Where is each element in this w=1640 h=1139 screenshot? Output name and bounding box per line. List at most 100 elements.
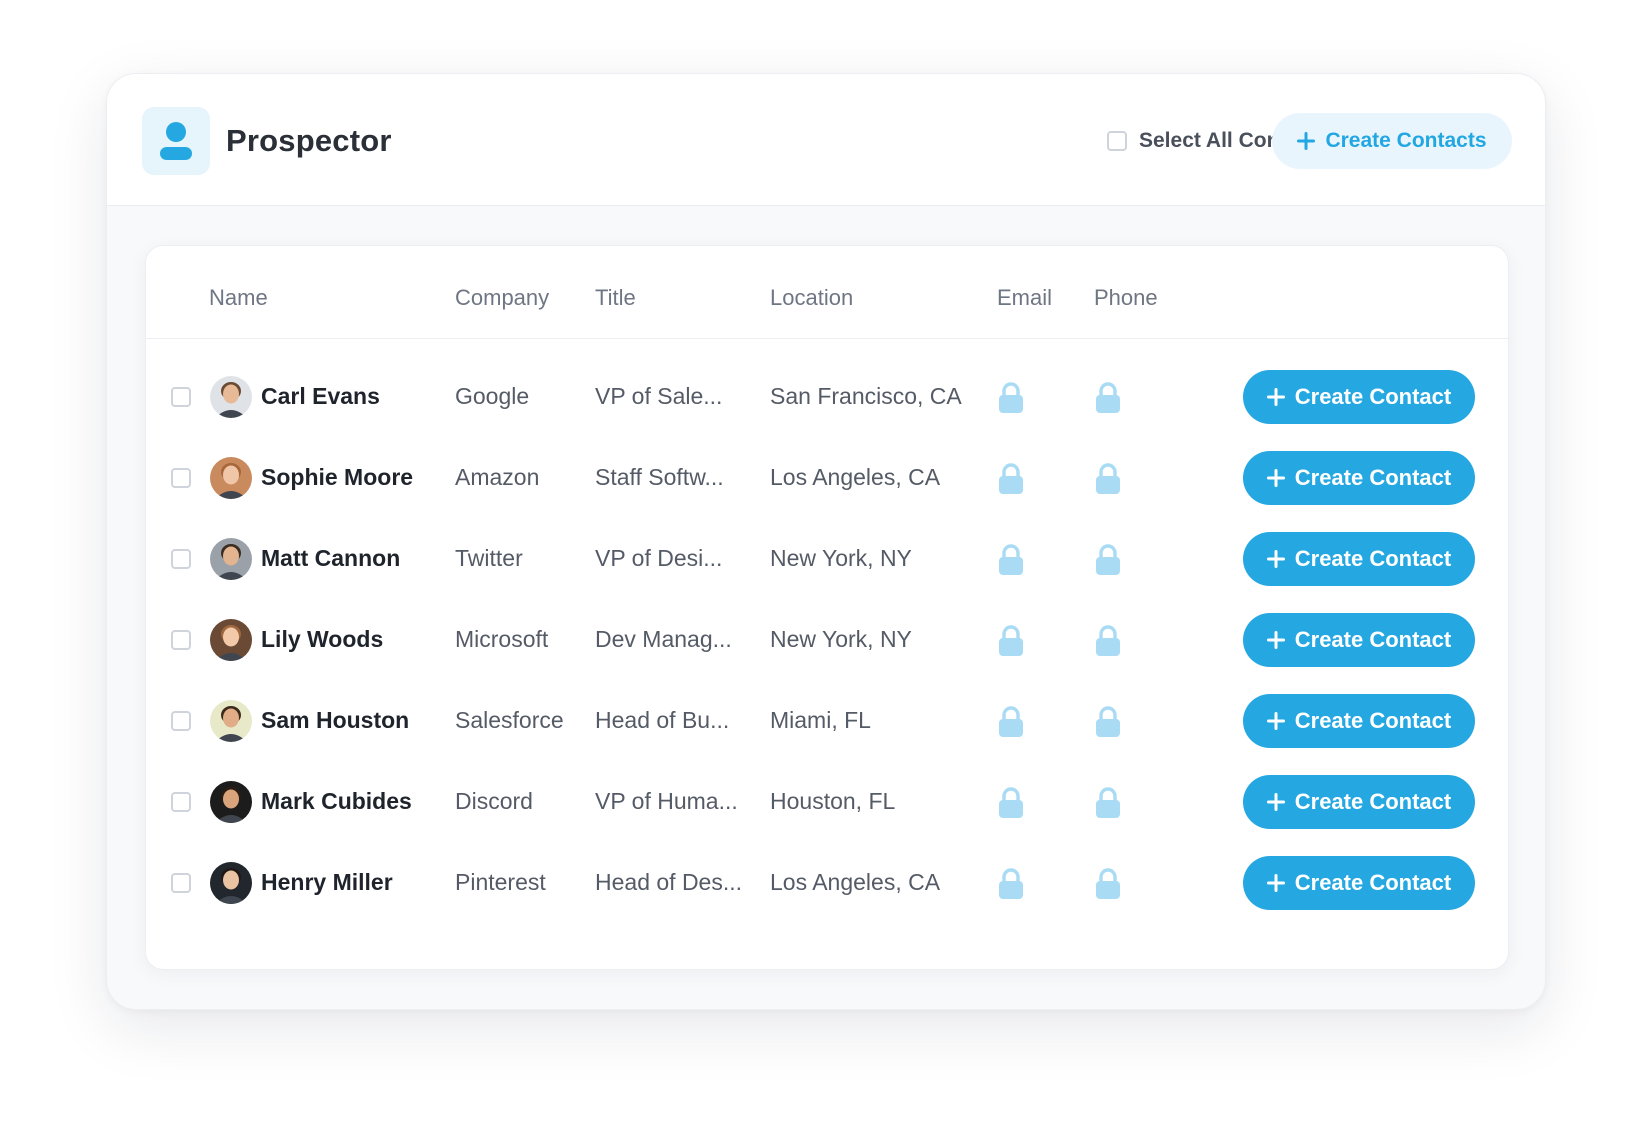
create-contact-button[interactable]: Create Contact xyxy=(1243,775,1475,829)
contact-title: Head of Des... xyxy=(595,869,743,895)
contact-name: Sam Houston xyxy=(261,707,410,733)
email-lock-icon[interactable] xyxy=(998,382,1024,419)
contact-company: Salesforce xyxy=(455,707,564,733)
plus-icon xyxy=(1266,793,1285,811)
plus-icon xyxy=(1266,550,1285,568)
contact-location: Los Angeles, CA xyxy=(770,464,941,490)
user-icon xyxy=(160,122,192,160)
contact-title: VP of Huma... xyxy=(595,788,738,814)
contact-company: Microsoft xyxy=(455,626,549,652)
avatar xyxy=(210,700,252,742)
table-row: Sam Houston Salesforce Head of Bu... Mia… xyxy=(146,694,1508,777)
avatar xyxy=(210,376,252,418)
contact-title: Staff Softw... xyxy=(595,464,724,490)
create-contact-label: Create Contact xyxy=(1294,789,1452,814)
contact-location: Houston, FL xyxy=(770,788,896,814)
contact-location: San Francisco, CA xyxy=(770,383,962,409)
contact-location: New York, NY xyxy=(770,626,912,652)
create-contact-button[interactable]: Create Contact xyxy=(1243,370,1475,424)
row-checkbox[interactable] xyxy=(171,630,191,650)
prospector-panel: Prospector Select All Contacts Create Co… xyxy=(106,73,1546,1010)
avatar xyxy=(210,781,252,823)
contact-title: Head of Bu... xyxy=(595,707,730,733)
phone-lock-icon[interactable] xyxy=(1095,868,1121,905)
select-all-checkbox[interactable] xyxy=(1107,131,1127,151)
plus-icon xyxy=(1266,388,1285,406)
column-header-email[interactable]: Email xyxy=(997,285,1052,311)
create-contact-button[interactable]: Create Contact xyxy=(1243,694,1475,748)
contact-location: Los Angeles, CA xyxy=(770,869,941,895)
table-row: Carl Evans Google VP of Sale... San Fran… xyxy=(146,370,1508,453)
table-row: Lily Woods Microsoft Dev Manag... New Yo… xyxy=(146,613,1508,696)
page-title: Prospector xyxy=(226,123,392,158)
contact-name: Lily Woods xyxy=(261,626,384,652)
email-lock-icon[interactable] xyxy=(998,787,1024,824)
column-header-location[interactable]: Location xyxy=(770,285,853,311)
plus-icon xyxy=(1266,712,1285,730)
avatar xyxy=(210,538,252,580)
table-header: Name Company Title Location Email Phone xyxy=(146,246,1508,339)
email-lock-icon[interactable] xyxy=(998,544,1024,581)
table-row: Henry Miller Pinterest Head of Des... Lo… xyxy=(146,856,1508,939)
column-header-title[interactable]: Title xyxy=(595,285,636,311)
table-body: Carl Evans Google VP of Sale... San Fran… xyxy=(146,370,1508,939)
create-contact-label: Create Contact xyxy=(1294,708,1452,733)
row-checkbox[interactable] xyxy=(171,549,191,569)
contact-title: VP of Desi... xyxy=(595,545,723,571)
row-checkbox[interactable] xyxy=(171,387,191,407)
contact-title: Dev Manag... xyxy=(595,626,732,652)
contact-name: Matt Cannon xyxy=(261,545,401,571)
email-lock-icon[interactable] xyxy=(998,463,1024,500)
row-checkbox[interactable] xyxy=(171,711,191,731)
phone-lock-icon[interactable] xyxy=(1095,544,1121,581)
create-contact-label: Create Contact xyxy=(1294,627,1452,652)
create-contact-button[interactable]: Create Contact xyxy=(1243,451,1475,505)
contact-company: Discord xyxy=(455,788,533,814)
create-contact-label: Create Contact xyxy=(1294,465,1452,490)
create-contact-button[interactable]: Create Contact xyxy=(1243,532,1475,586)
create-contact-label: Create Contact xyxy=(1294,384,1452,409)
phone-lock-icon[interactable] xyxy=(1095,625,1121,662)
phone-lock-icon[interactable] xyxy=(1095,463,1121,500)
plus-icon xyxy=(1266,469,1285,487)
contact-name: Carl Evans xyxy=(261,383,380,409)
phone-lock-icon[interactable] xyxy=(1095,382,1121,419)
row-checkbox[interactable] xyxy=(171,792,191,812)
contacts-table: Name Company Title Location Email Phone … xyxy=(145,245,1509,970)
create-contacts-button[interactable]: Create Contacts xyxy=(1272,113,1512,169)
email-lock-icon[interactable] xyxy=(998,706,1024,743)
contact-company: Twitter xyxy=(455,545,523,571)
create-contacts-label: Create Contacts xyxy=(1325,129,1487,152)
contact-title: VP of Sale... xyxy=(595,383,723,409)
app-logo xyxy=(142,107,210,175)
contact-company: Amazon xyxy=(455,464,540,490)
create-contact-button[interactable]: Create Contact xyxy=(1243,856,1475,910)
contact-company: Pinterest xyxy=(455,869,546,895)
avatar xyxy=(210,862,252,904)
avatar xyxy=(210,619,252,661)
create-contact-button[interactable]: Create Contact xyxy=(1243,613,1475,667)
email-lock-icon[interactable] xyxy=(998,868,1024,905)
table-row: Sophie Moore Amazon Staff Softw... Los A… xyxy=(146,451,1508,534)
table-row: Matt Cannon Twitter VP of Desi... New Yo… xyxy=(146,532,1508,615)
table-row: Mark Cubides Discord VP of Huma... Houst… xyxy=(146,775,1508,858)
contact-location: New York, NY xyxy=(770,545,912,571)
column-header-name[interactable]: Name xyxy=(209,285,268,311)
column-header-phone[interactable]: Phone xyxy=(1094,285,1158,311)
email-lock-icon[interactable] xyxy=(998,625,1024,662)
contact-location: Miami, FL xyxy=(770,707,871,733)
row-checkbox[interactable] xyxy=(171,873,191,893)
phone-lock-icon[interactable] xyxy=(1095,706,1121,743)
contact-company: Google xyxy=(455,383,530,409)
phone-lock-icon[interactable] xyxy=(1095,787,1121,824)
page: Prospector Select All Contacts Create Co… xyxy=(0,0,1640,1139)
plus-icon xyxy=(1297,132,1316,150)
create-contact-label: Create Contact xyxy=(1294,546,1452,571)
row-checkbox[interactable] xyxy=(171,468,191,488)
create-contact-label: Create Contact xyxy=(1294,870,1452,895)
avatar xyxy=(210,457,252,499)
column-header-company[interactable]: Company xyxy=(455,285,549,311)
contact-name: Sophie Moore xyxy=(261,464,414,490)
contact-name: Mark Cubides xyxy=(261,788,412,814)
plus-icon xyxy=(1266,631,1285,649)
